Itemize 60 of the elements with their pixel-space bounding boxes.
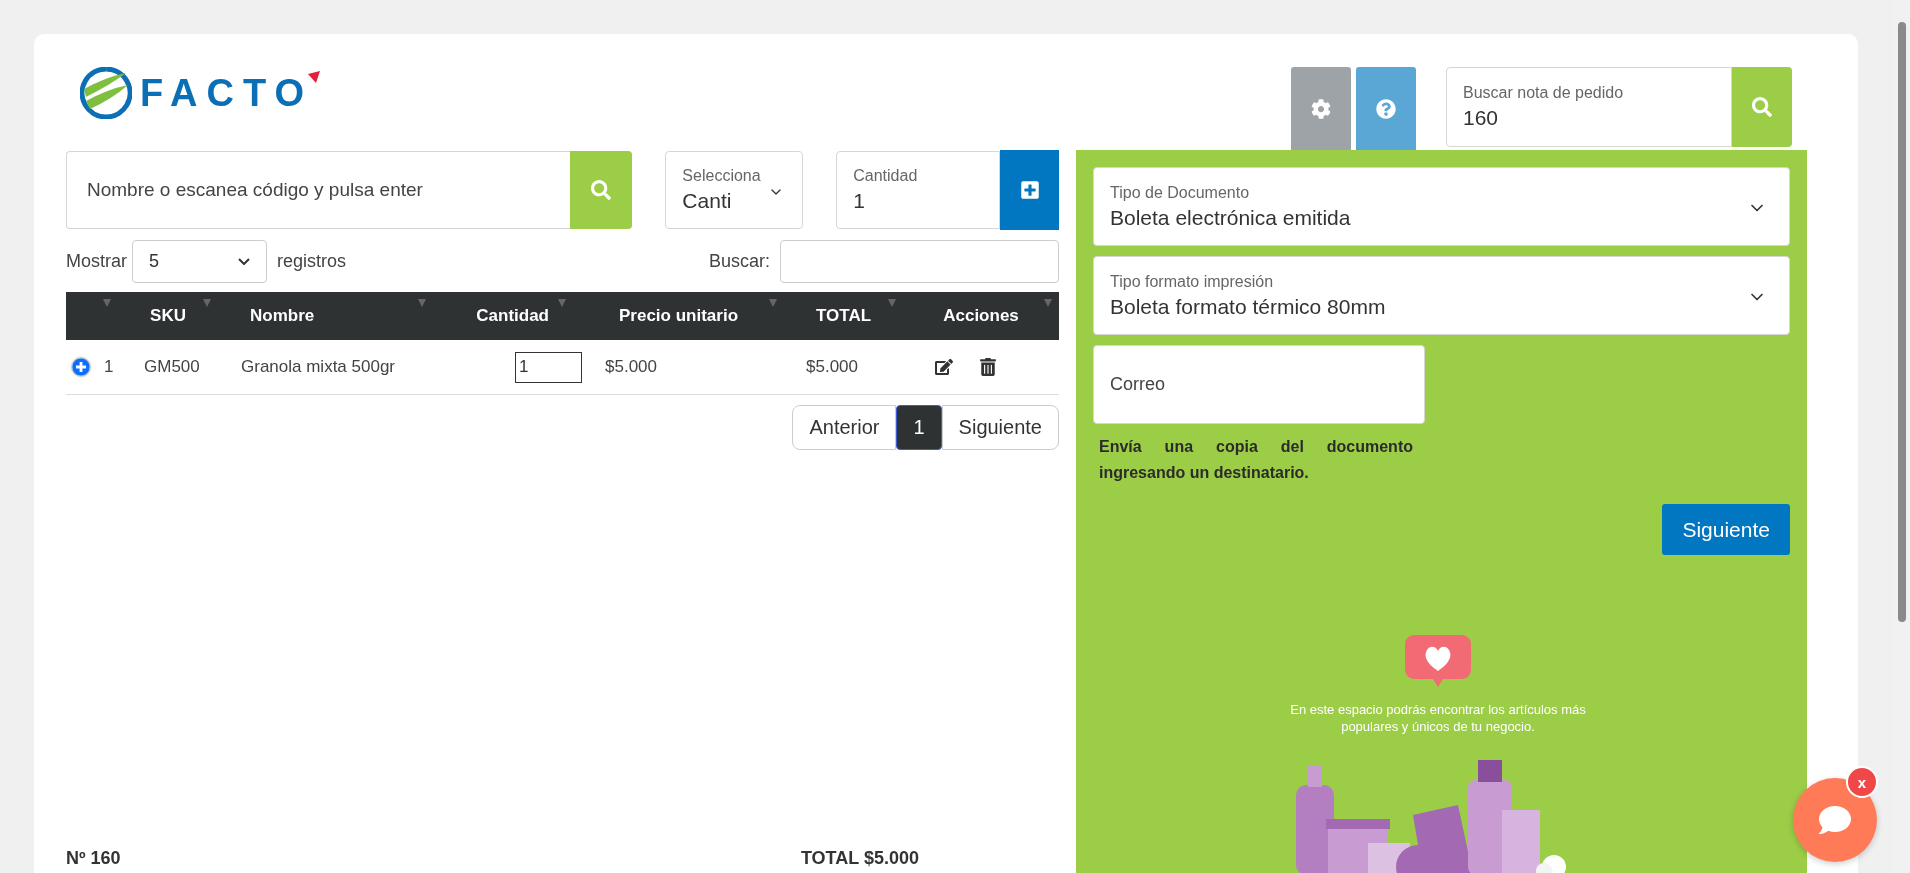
chat-icon	[1819, 804, 1851, 836]
search-icon	[1752, 97, 1772, 117]
help-icon	[1376, 98, 1396, 119]
table-cell-text: $5.000	[604, 357, 658, 377]
sort-icon	[1043, 298, 1053, 308]
sort-icon	[417, 298, 427, 308]
table-cell-text: GM500	[143, 357, 201, 377]
expand-icon[interactable]	[72, 358, 90, 376]
logo-text: FACTO	[140, 71, 314, 115]
logo-icon	[80, 67, 132, 119]
quantity-field[interactable]: Cantidad 1	[836, 151, 1001, 229]
email-field[interactable]: Correo	[1093, 345, 1425, 424]
edit-icon[interactable]	[935, 358, 953, 376]
column-header[interactable]: Precio unitario	[619, 306, 738, 326]
sort-icon	[102, 298, 112, 308]
quantity-input[interactable]: 1	[515, 351, 582, 383]
table-cell-text: Granola mixta 500gr	[240, 357, 397, 377]
column-header[interactable]: TOTAL	[815, 306, 872, 326]
search-button[interactable]	[1732, 67, 1792, 147]
column-header[interactable]: SKU	[150, 306, 186, 326]
column-header[interactable]: Cantidad	[476, 306, 549, 326]
show-label: Mostrar	[66, 251, 127, 272]
settings-button[interactable]	[1291, 67, 1351, 150]
email-note: Envía una copia del documento ingresando un destinatario.	[1098, 437, 1413, 483]
product-search-field[interactable]: Nombre o escanea código y pulsa enter	[66, 151, 571, 229]
row-number: 1	[103, 357, 114, 377]
order-search-field[interactable]: Buscar nota de pedido 160	[1446, 67, 1732, 147]
column-header[interactable]: Acciones	[943, 306, 1019, 326]
sort-icon	[202, 298, 212, 308]
page-size-select[interactable]: 5	[132, 240, 267, 283]
scrollbar-thumb[interactable]	[1897, 22, 1906, 622]
sort-icon	[887, 298, 897, 308]
unit-select[interactable]: Selecciona Canti	[665, 151, 804, 229]
previous-button[interactable]: Anterior	[792, 405, 897, 450]
logo-mark-icon	[308, 71, 321, 83]
search-button[interactable]	[570, 151, 633, 229]
column-header[interactable]: Nombre	[250, 306, 315, 326]
order-total: TOTAL $5.000	[800, 848, 919, 870]
plus-icon	[1019, 180, 1040, 200]
chevron-down-icon	[238, 258, 250, 265]
sort-icon	[557, 298, 567, 308]
records-label: registros	[277, 251, 347, 272]
promo-text: En este espacio podrás encontrar los artículos más populares y únicos de tu negocio.	[1289, 701, 1587, 735]
close-button[interactable]: x	[1846, 766, 1878, 798]
settings-icon	[1311, 98, 1331, 119]
help-button[interactable]	[1356, 67, 1416, 150]
heart-bubble-icon	[1405, 635, 1471, 687]
print-format-select[interactable]: Tipo formato impresión Boleta formato térmico 80mm	[1093, 256, 1790, 335]
next-button[interactable]: Siguiente	[941, 405, 1059, 450]
sort-icon	[768, 298, 778, 308]
search-icon	[591, 180, 612, 200]
table-search-field[interactable]	[780, 240, 1059, 283]
order-number: Nº 160	[66, 848, 121, 870]
next-button[interactable]: Siguiente	[1662, 504, 1790, 555]
page-button[interactable]: 1	[896, 405, 942, 450]
document-type-select[interactable]: Tipo de Documento Boleta electrónica emitida	[1093, 167, 1790, 246]
add-button[interactable]	[1000, 150, 1059, 230]
table-cell-text: $5.000	[805, 357, 859, 377]
trash-icon[interactable]	[979, 358, 997, 376]
search-label: Buscar:	[708, 251, 770, 272]
